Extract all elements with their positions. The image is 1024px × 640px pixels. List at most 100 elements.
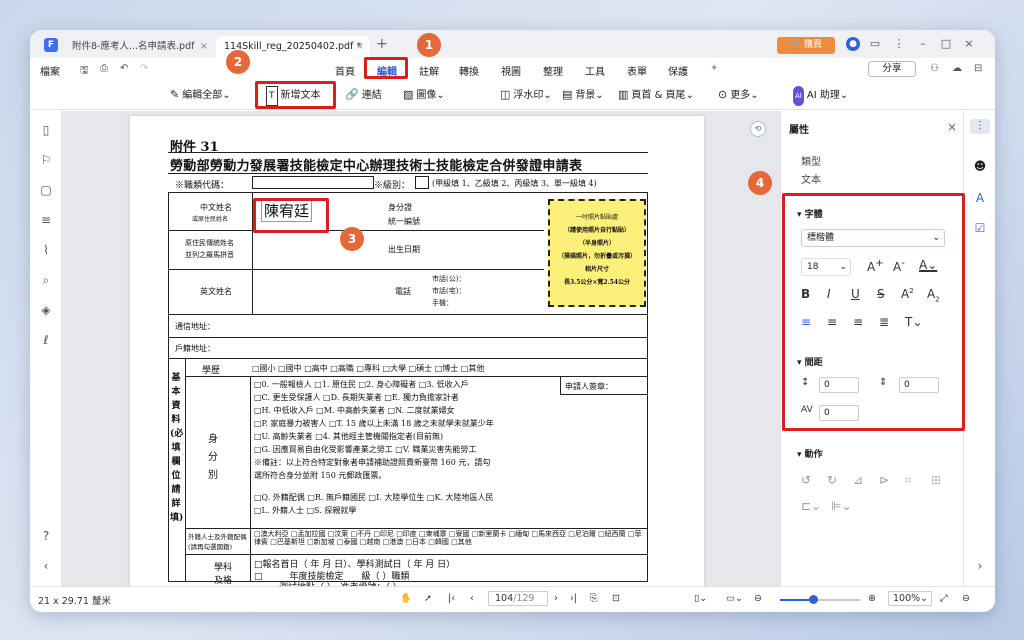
- share-button[interactable]: 分享: [868, 61, 916, 77]
- avatar[interactable]: ●: [846, 37, 860, 51]
- account-icon[interactable]: ⚇: [930, 63, 939, 74]
- more-vertical-icon[interactable]: ⋮: [892, 37, 906, 50]
- new-tab-button[interactable]: +: [376, 36, 388, 52]
- layers-icon[interactable]: ◈: [39, 303, 53, 317]
- first-page-icon[interactable]: |‹: [448, 593, 455, 604]
- zoom-slider-thumb[interactable]: [809, 595, 818, 604]
- expand-right-icon[interactable]: ›: [973, 559, 987, 573]
- close-icon[interactable]: ×: [356, 36, 364, 58]
- comment-icon[interactable]: ▢: [39, 183, 53, 197]
- properties-title: 屬性: [789, 125, 809, 136]
- cloud-icon[interactable]: ☁: [952, 63, 962, 74]
- menu-convert[interactable]: 轉換: [459, 63, 479, 78]
- bookmark-icon[interactable]: ⚐: [39, 153, 53, 167]
- translate-icon[interactable]: ⟲: [750, 121, 766, 137]
- identity-option[interactable]: □0. 一般報檢人 □1. 原住民 □2. 身心障礙者 □3. 低收入戶: [254, 379, 469, 390]
- edit-all-button[interactable]: ✎ 編輯全部⌄: [170, 86, 231, 104]
- rotate-page-icon[interactable]: ⎘: [590, 593, 598, 604]
- flip-vertical-icon[interactable]: ⊿: [853, 473, 863, 487]
- tab-document-1[interactable]: 附件8-應考人...名申請表.pdf ×: [64, 36, 214, 58]
- menu-comment[interactable]: 註解: [419, 63, 439, 78]
- page-layout-icon[interactable]: ▯⌄: [694, 593, 707, 604]
- flip-horizontal-icon[interactable]: ⊳: [879, 473, 889, 487]
- ai-translate-icon[interactable]: A: [973, 191, 987, 205]
- maximize-icon[interactable]: □: [939, 37, 953, 50]
- collapse-icon[interactable]: ⊟: [974, 63, 982, 74]
- chat-bot-icon[interactable]: ☻: [973, 159, 987, 173]
- crop-icon[interactable]: ⌗: [905, 473, 912, 488]
- action-section-title[interactable]: ▾ 動作: [797, 447, 823, 460]
- signature-icon[interactable]: ℓ: [39, 333, 53, 347]
- minimize-icon[interactable]: –: [916, 37, 930, 50]
- identity-option[interactable]: □C. 更生受保護人 □D. 長期失業者 □E. 獨力負擔家計者: [254, 392, 459, 403]
- background-button[interactable]: ▤ 背景⌄: [562, 86, 604, 104]
- layers-list-icon[interactable]: ≡: [39, 213, 53, 227]
- level-box[interactable]: [415, 176, 429, 189]
- link-icon: 🔗: [345, 88, 359, 101]
- identity-option[interactable]: □Q. 外籍配偶 □R. 無戶籍國民 □I. 大陸學位生 □K. 大陸地區人民: [254, 492, 494, 503]
- zoom-select[interactable]: 100%⌄: [888, 591, 932, 606]
- link-button[interactable]: 🔗 連結: [345, 86, 382, 104]
- header-footer-button[interactable]: ▥ 頁首 & 頁尾⌄: [618, 86, 694, 104]
- identity-option[interactable]: □L. 外籍人士 □S. 探親就學: [254, 505, 356, 516]
- zoom-out-icon[interactable]: ⊖: [754, 593, 762, 604]
- attachment-icon[interactable]: ⌇: [39, 243, 53, 257]
- menu-home[interactable]: 首頁: [335, 63, 355, 78]
- properties-tab-icon[interactable]: ⫶: [970, 119, 990, 134]
- collapse-left-icon[interactable]: ‹: [39, 559, 53, 573]
- rotate-left-icon[interactable]: ↺: [801, 473, 811, 487]
- menu-protect[interactable]: 保護: [668, 63, 688, 78]
- zoom-slider[interactable]: [780, 595, 860, 604]
- zoom-in-icon[interactable]: ⊕: [868, 593, 876, 604]
- rotate-right-icon[interactable]: ↻: [827, 473, 837, 487]
- image-label: 圖像: [416, 90, 437, 101]
- close-panel-icon[interactable]: ×: [947, 120, 957, 134]
- more-button[interactable]: ⊙ 更多⌄: [718, 86, 759, 104]
- identity-option[interactable]: □U. 高齡失業者 □4. 其他經主管機關指定者(目前無): [254, 431, 443, 442]
- photo-placeholder: 一吋照片黏貼處 （請使用照片自行黏貼） （半身照片） （掃描照片，勿折疊或污損）…: [548, 199, 646, 307]
- ai-assistant-button[interactable]: AI AI 助理⌄: [793, 86, 848, 106]
- hand-tool-icon[interactable]: ✋: [400, 593, 412, 604]
- menu-file[interactable]: 檔案: [40, 63, 60, 78]
- identity-option[interactable]: □G. 因應貿易自由化受影響產業之勞工 □V. 職業災害失能勞工: [254, 444, 476, 455]
- undo-icon[interactable]: ↶: [120, 63, 128, 74]
- page-thumbnail-icon[interactable]: ▯: [39, 123, 53, 137]
- select-tool-icon[interactable]: ➚: [424, 593, 432, 604]
- message-icon[interactable]: ▭: [868, 37, 882, 50]
- page-number-input[interactable]: 104/129: [488, 591, 548, 606]
- pdf-page[interactable]: 附件 31 勞動部勞動力發展署技能檢定中心辦理技術士技能檢定合併發證申請表 ※職…: [130, 116, 704, 593]
- check-icon[interactable]: ☑: [973, 221, 987, 235]
- print-icon[interactable]: ⎙: [100, 63, 108, 74]
- watermark-button[interactable]: ◫ 浮水印⌄: [500, 86, 552, 104]
- job-code-boxes[interactable]: [252, 176, 374, 189]
- menu-tools[interactable]: 工具: [585, 63, 605, 78]
- redo-icon[interactable]: ↷: [140, 63, 148, 74]
- identity-option[interactable]: □P. 家庭暴力被害人 □T. 15 歲以上未滿 18 歲之未就學未就業少年: [254, 418, 494, 429]
- buy-button[interactable]: 🛒 購買: [777, 37, 835, 54]
- lightbulb-icon[interactable]: ✦: [710, 63, 718, 74]
- job-code-label: ※職類代碼：: [175, 181, 230, 191]
- distribute-icon[interactable]: ⊫⌄: [831, 499, 852, 513]
- replace-icon[interactable]: ⊞: [931, 473, 941, 487]
- next-page-icon[interactable]: ›: [554, 593, 558, 604]
- document-canvas[interactable]: 附件 31 勞動部勞動力發展署技能檢定中心辦理技術士技能檢定合併發證申請表 ※職…: [62, 111, 780, 593]
- image-button[interactable]: ▨ 圖像⌄: [403, 86, 445, 104]
- menu-view[interactable]: 視圖: [501, 63, 521, 78]
- countries-options[interactable]: □澳大利亞 □孟加拉國 □汶萊 □不丹 □印尼 □印度 □柬埔寨 □寮國 □新里…: [254, 530, 644, 546]
- help-icon[interactable]: ?: [39, 529, 53, 543]
- menu-form[interactable]: 表單: [627, 63, 647, 78]
- fit-page-icon[interactable]: ⊡: [612, 593, 620, 604]
- identity-option[interactable]: □H. 中低收入戶 □M. 中高齡失業者 □N. 二度就業婦女: [254, 405, 455, 416]
- close-icon[interactable]: ×: [200, 36, 208, 58]
- close-window-icon[interactable]: ×: [962, 37, 976, 50]
- last-page-icon[interactable]: ›|: [570, 593, 577, 604]
- minus-circle-icon[interactable]: ⊖: [962, 593, 970, 604]
- align-objects-icon[interactable]: ⊏⌄: [801, 499, 821, 513]
- view-mode-icon[interactable]: ▭⌄: [726, 593, 743, 604]
- menu-organize[interactable]: 整理: [543, 63, 563, 78]
- fullscreen-icon[interactable]: ⤢: [940, 593, 948, 604]
- prev-page-icon[interactable]: ‹: [470, 593, 474, 604]
- save-icon[interactable]: 🖫: [80, 63, 89, 80]
- education-options[interactable]: □國小 □國中 □高中 □高職 □專科 □大學 □碩士 □博士 □其他: [252, 363, 484, 374]
- search-icon[interactable]: ⌕: [39, 273, 53, 288]
